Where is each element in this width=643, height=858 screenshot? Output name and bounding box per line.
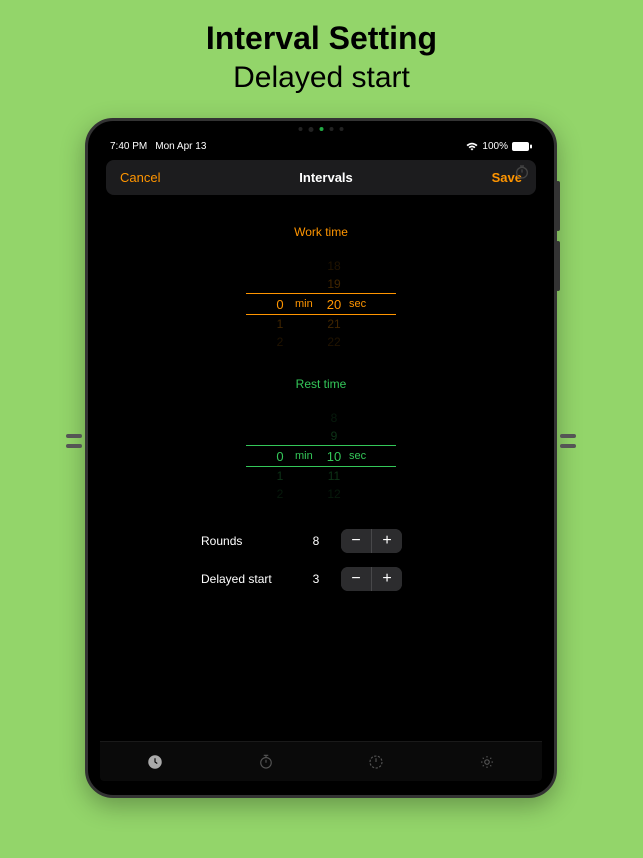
tab-stopwatch[interactable] — [254, 750, 278, 774]
headline-subtitle: Delayed start — [0, 61, 643, 95]
tablet-frame: 7:40 PM Mon Apr 13 100% Cancel Intervals… — [85, 118, 557, 798]
tab-timer[interactable] — [364, 750, 388, 774]
grip-icon — [560, 431, 576, 451]
wifi-icon — [466, 142, 478, 151]
rest-time-label: Rest time — [100, 377, 542, 391]
status-bar: 7:40 PM Mon Apr 13 100% — [100, 137, 542, 156]
cancel-button[interactable]: Cancel — [120, 170, 160, 185]
rounds-minus-button[interactable]: − — [341, 529, 371, 553]
rest-min-value: 0 — [267, 449, 293, 464]
tab-bar — [100, 741, 542, 781]
volume-down-button — [556, 241, 560, 291]
battery-icon — [512, 142, 532, 151]
delayed-start-value: 3 — [301, 572, 331, 586]
delayed-minus-button[interactable]: − — [341, 567, 371, 591]
headline-title: Interval Setting — [0, 20, 643, 57]
work-min-value: 0 — [267, 297, 293, 312]
work-time-picker[interactable]: 18 19 0 min 20 sec 121 222 — [246, 257, 396, 347]
volume-up-button — [556, 181, 560, 231]
rest-time-picker[interactable]: 8 9 0 min 10 sec 111 212 — [246, 409, 396, 499]
stopwatch-icon — [514, 164, 530, 185]
work-time-label: Work time — [100, 225, 542, 239]
delayed-start-stepper: − + — [341, 567, 402, 591]
delayed-start-label: Delayed start — [201, 572, 301, 586]
nav-bar: Cancel Intervals Save — [106, 160, 536, 195]
rest-sec-value: 10 — [321, 449, 347, 464]
delayed-plus-button[interactable]: + — [372, 567, 402, 591]
rounds-stepper: − + — [341, 529, 402, 553]
nav-title: Intervals — [299, 170, 352, 185]
camera-dots — [299, 127, 344, 132]
rounds-label: Rounds — [201, 534, 301, 548]
tab-clock[interactable] — [143, 750, 167, 774]
rounds-row: Rounds 8 − + — [201, 529, 441, 553]
grip-icon — [66, 431, 82, 451]
status-date: Mon Apr 13 — [155, 141, 206, 152]
delayed-start-row: Delayed start 3 − + — [201, 567, 441, 591]
screen: 7:40 PM Mon Apr 13 100% Cancel Intervals… — [100, 137, 542, 781]
tab-settings[interactable] — [475, 750, 499, 774]
rounds-plus-button[interactable]: + — [372, 529, 402, 553]
work-sec-value: 20 — [321, 297, 347, 312]
rounds-value: 8 — [301, 534, 331, 548]
status-battery: 100% — [482, 141, 508, 152]
status-time: 7:40 PM — [110, 141, 147, 152]
